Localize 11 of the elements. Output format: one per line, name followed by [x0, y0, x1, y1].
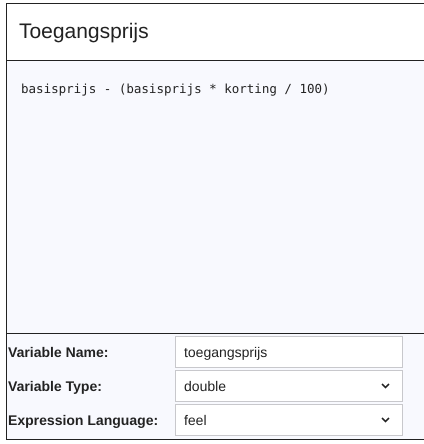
field-label: Variable Name:	[8, 344, 110, 360]
input-field[interactable]: toegangsprijs	[175, 336, 403, 368]
field-label: Variable Type:	[8, 378, 103, 394]
dialog-title: Toegangsprijs	[19, 20, 149, 44]
expression-text: basisprijs - (basisprijs * korting / 100)	[21, 81, 330, 96]
chevron-down-icon	[381, 417, 390, 423]
expression-editor[interactable]: basisprijs - (basisprijs * korting / 100)	[7, 61, 424, 334]
chevron-down-icon	[381, 383, 390, 389]
dropdown-field[interactable]: feel	[175, 404, 403, 436]
field-label: Expression Language:	[8, 412, 160, 428]
dropdown-field[interactable]: double	[175, 370, 403, 402]
